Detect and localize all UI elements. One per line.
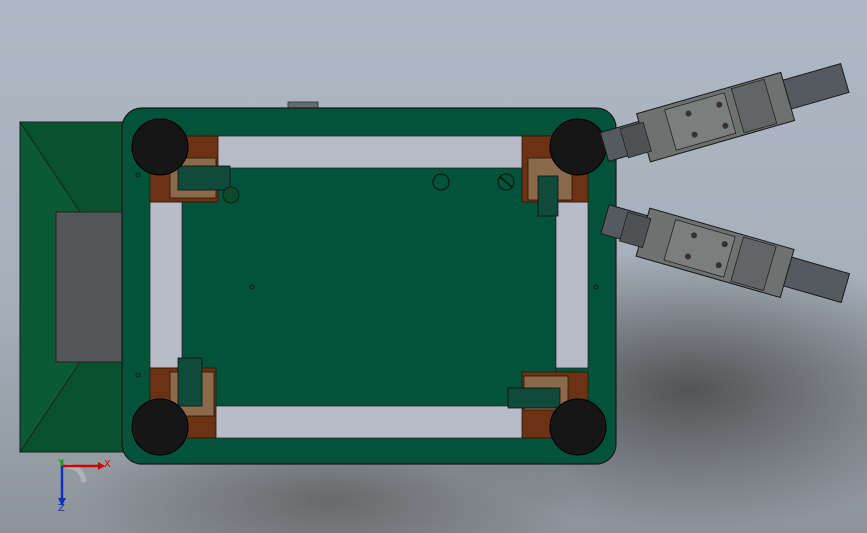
- frame-rail-right: [555, 201, 589, 369]
- board-inner-plate: [181, 167, 557, 407]
- triad-y-label: Y: [58, 458, 65, 469]
- frame-rail-left: [149, 201, 183, 369]
- axis-triad: X Y Z: [48, 452, 118, 516]
- model-scene[interactable]: [0, 0, 867, 533]
- board-hole-1: [432, 173, 450, 191]
- clamp-arm-upper[interactable]: [598, 56, 852, 173]
- wheel-bottom-left[interactable]: [131, 398, 189, 456]
- triad-x-label: X: [104, 459, 111, 470]
- 3d-viewport[interactable]: X Y Z: [0, 0, 867, 533]
- wheel-top-left[interactable]: [131, 118, 189, 176]
- main-board[interactable]: [121, 107, 617, 465]
- wheel-bottom-right[interactable]: [549, 398, 607, 456]
- frame-rail-top: [213, 135, 527, 169]
- front-panel[interactable]: [19, 121, 127, 453]
- board-screw: [497, 173, 515, 191]
- frame-rail-bottom: [213, 405, 527, 439]
- display-screen: [55, 211, 125, 363]
- clamp-arm-lower[interactable]: [598, 197, 852, 314]
- triad-z-label: Z: [58, 503, 65, 514]
- wheel-top-right[interactable]: [549, 118, 607, 176]
